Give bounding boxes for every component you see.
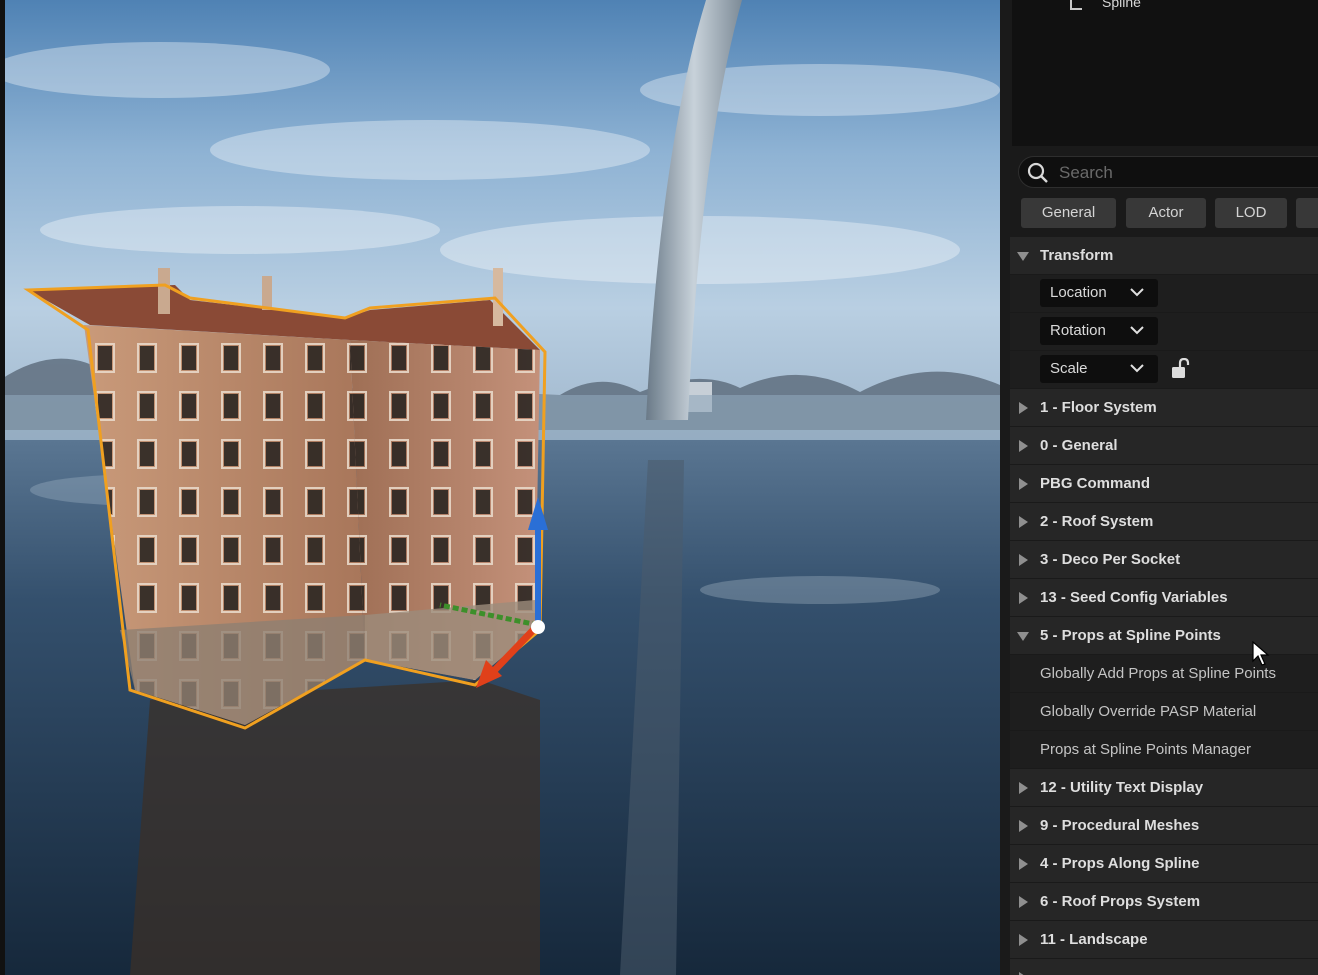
mouse-cursor-icon: [1252, 641, 1270, 666]
viewport-scene: [0, 0, 1000, 975]
category-landscape[interactable]: 11 - Landscape: [1010, 921, 1318, 959]
caret-down-icon: [1017, 252, 1029, 261]
category-procedural-meshes[interactable]: 9 - Procedural Meshes: [1010, 807, 1318, 845]
scale-dropdown[interactable]: Scale: [1040, 355, 1158, 383]
filter-tab-more[interactable]: [1296, 198, 1318, 228]
details-panel: Spline General Actor LOD Transform Locat…: [1000, 0, 1318, 975]
category-seed-config-variables[interactable]: 13 - Seed Config Variables: [1010, 579, 1318, 617]
transform-location-row: Location: [1010, 275, 1318, 313]
property-props-manager[interactable]: Props at Spline Points Manager: [1010, 731, 1318, 769]
transform-rotation-row: Rotation: [1010, 313, 1318, 351]
spline-icon: [1070, 0, 1082, 10]
search-box[interactable]: [1018, 156, 1318, 188]
transform-scale-row: Scale: [1010, 351, 1318, 389]
unlock-icon[interactable]: [1170, 358, 1190, 380]
component-item-spline[interactable]: Spline: [1102, 0, 1141, 10]
caret-right-icon: [1019, 820, 1028, 832]
category-partial[interactable]: [1010, 959, 1318, 975]
category-floor-system[interactable]: 1 - Floor System: [1010, 389, 1318, 427]
category-label: Transform: [1040, 247, 1114, 264]
caret-right-icon: [1019, 402, 1028, 414]
filter-tab-lod[interactable]: LOD: [1215, 198, 1287, 228]
caret-right-icon: [1019, 440, 1028, 452]
caret-right-icon: [1019, 858, 1028, 870]
category-general[interactable]: 0 - General: [1010, 427, 1318, 465]
chevron-down-icon: [1130, 288, 1144, 297]
category-roof-props-system[interactable]: 6 - Roof Props System: [1010, 883, 1318, 921]
caret-right-icon: [1019, 592, 1028, 604]
property-globally-add-props[interactable]: Globally Add Props at Spline Points: [1010, 655, 1318, 693]
location-dropdown[interactable]: Location: [1040, 279, 1158, 307]
level-viewport[interactable]: [0, 0, 1000, 975]
filter-tab-actor[interactable]: Actor: [1126, 198, 1206, 228]
caret-right-icon: [1019, 896, 1028, 908]
caret-right-icon: [1019, 934, 1028, 946]
caret-right-icon: [1019, 554, 1028, 566]
chevron-down-icon: [1130, 364, 1144, 373]
filter-tab-general[interactable]: General: [1021, 198, 1116, 228]
caret-right-icon: [1019, 478, 1028, 490]
search-input[interactable]: [1057, 161, 1318, 185]
chevron-down-icon: [1130, 326, 1144, 335]
rotation-dropdown[interactable]: Rotation: [1040, 317, 1158, 345]
category-props-along-spline[interactable]: 4 - Props Along Spline: [1010, 845, 1318, 883]
category-roof-system[interactable]: 2 - Roof System: [1010, 503, 1318, 541]
component-tree: Spline: [1012, 0, 1318, 146]
search-icon: [1027, 162, 1048, 183]
caret-right-icon: [1019, 782, 1028, 794]
category-utility-text-display[interactable]: 12 - Utility Text Display: [1010, 769, 1318, 807]
caret-right-icon: [1019, 516, 1028, 528]
category-props-at-spline-points[interactable]: 5 - Props at Spline Points: [1010, 617, 1318, 655]
property-globally-override-material[interactable]: Globally Override PASP Material: [1010, 693, 1318, 731]
category-transform[interactable]: Transform: [1010, 237, 1318, 275]
category-deco-per-socket[interactable]: 3 - Deco Per Socket: [1010, 541, 1318, 579]
category-pbg-command[interactable]: PBG Command: [1010, 465, 1318, 503]
caret-down-icon: [1017, 632, 1029, 641]
